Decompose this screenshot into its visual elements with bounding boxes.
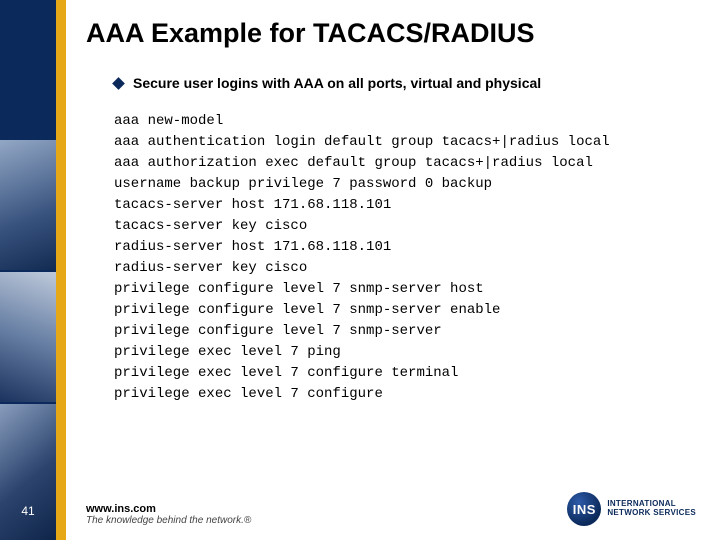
bullet-text: Secure user logins with AAA on all ports… (133, 75, 541, 91)
accent-bar (56, 0, 66, 540)
footer-text: www.ins.com The knowledge behind the net… (86, 503, 251, 526)
ins-logo-label-line2: NETWORK SERVICES (607, 509, 696, 518)
ins-logo-badge: INS (567, 492, 601, 526)
bullet-item: Secure user logins with AAA on all ports… (114, 75, 706, 91)
config-code-block: aaa new-model aaa authentication login d… (114, 111, 706, 405)
ins-logo-label: INTERNATIONAL NETWORK SERVICES (607, 500, 696, 518)
ins-logo: INS INTERNATIONAL NETWORK SERVICES (567, 492, 696, 526)
ins-logo-initials: INS (573, 502, 596, 517)
footer-url: www.ins.com (86, 503, 251, 515)
slide-number: 41 (14, 504, 42, 518)
slide-title: AAA Example for TACACS/RADIUS (86, 18, 706, 49)
footer-tagline: The knowledge behind the network.® (86, 515, 251, 526)
side-photo (0, 140, 56, 270)
side-photo (0, 272, 56, 402)
side-photo (0, 404, 56, 540)
slide-footer: www.ins.com The knowledge behind the net… (86, 492, 696, 526)
slide-content: AAA Example for TACACS/RADIUS Secure use… (86, 18, 706, 405)
side-photo-strip (0, 0, 56, 540)
diamond-bullet-icon (112, 77, 125, 90)
